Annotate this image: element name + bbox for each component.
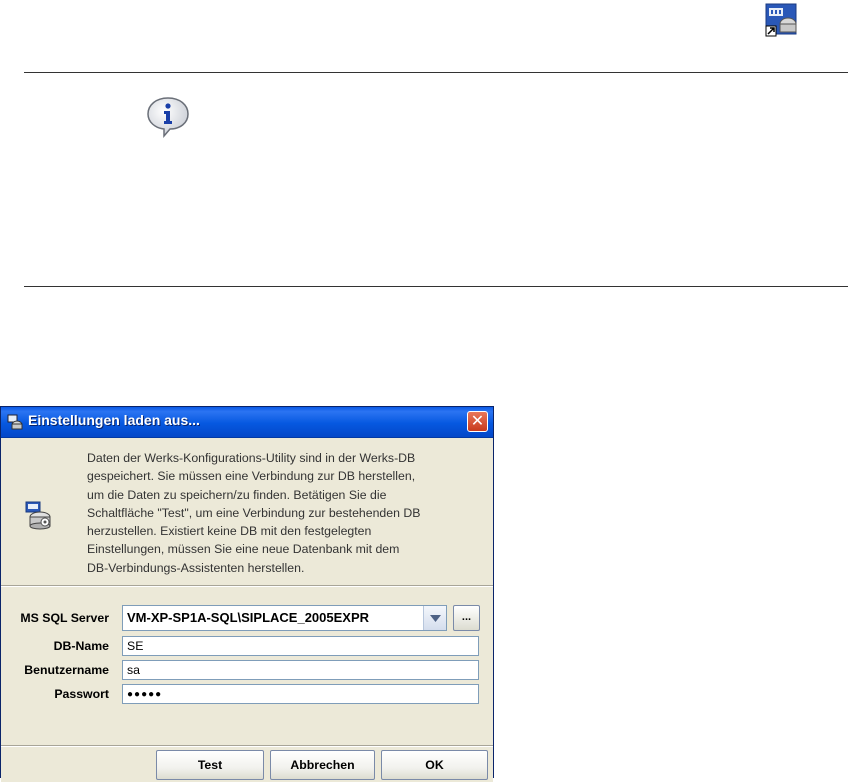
dbname-input[interactable]: SE	[122, 636, 479, 656]
password-label: Passwort	[54, 687, 109, 701]
intro-line: um die Daten zu speichern/zu finden. Bet…	[87, 487, 387, 502]
username-label: Benutzername	[24, 663, 109, 677]
password-input[interactable]: ●●●●●	[122, 684, 479, 704]
dialog-titlebar[interactable]: Einstellungen laden aus... ✕	[1, 407, 493, 438]
intro-line: Schaltfläche "Test", um eine Verbindung …	[87, 505, 421, 520]
dialog-title: Einstellungen laden aus...	[28, 412, 200, 428]
intro-line: Daten der Werks-Konfigurations-Utility s…	[87, 451, 416, 465]
info-icon	[147, 97, 189, 138]
database-shortcut-icon	[765, 3, 797, 37]
server-value: VM-XP-SP1A-SQL\SIPLACE_2005EXPR	[127, 610, 370, 625]
connection-form: MS SQL Server VM-XP-SP1A-SQL\SIPLACE_200…	[1, 587, 493, 745]
server-label: MS SQL Server	[20, 611, 109, 625]
browse-server-button[interactable]: ...	[453, 605, 480, 631]
load-settings-dialog: Einstellungen laden aus... ✕ Daten der W…	[0, 406, 494, 782]
close-button[interactable]: ✕	[467, 411, 488, 432]
cancel-button[interactable]: Abbrechen	[270, 750, 375, 780]
top-divider	[24, 72, 848, 73]
combo-dropdown-button[interactable]	[423, 606, 446, 630]
ok-button[interactable]: OK	[381, 750, 488, 780]
button-bar: Test Abbrechen OK	[1, 747, 493, 782]
username-input[interactable]: sa	[122, 660, 479, 680]
intro-text: Daten der Werks-Konfigurations-Utility s…	[87, 449, 483, 577]
dbname-label: DB-Name	[53, 639, 109, 653]
server-combobox[interactable]: VM-XP-SP1A-SQL\SIPLACE_2005EXPR	[122, 605, 447, 631]
bottom-divider	[24, 286, 848, 287]
intro-section: Daten der Werks-Konfigurations-Utility s…	[1, 438, 493, 585]
test-button[interactable]: Test	[156, 750, 264, 780]
intro-line: gespeichert. Sie müssen eine Verbindung …	[87, 469, 416, 484]
app-icon	[7, 414, 23, 430]
chevron-down-icon	[430, 615, 441, 622]
intro-line: DB-Verbindungs-Assistenten herstellen.	[87, 560, 305, 575]
database-config-icon	[25, 501, 51, 530]
intro-line: Einstellungen, müssen Sie eine neue Date…	[87, 542, 400, 557]
intro-line: herzustellen. Existiert keine DB mit den…	[87, 524, 372, 539]
